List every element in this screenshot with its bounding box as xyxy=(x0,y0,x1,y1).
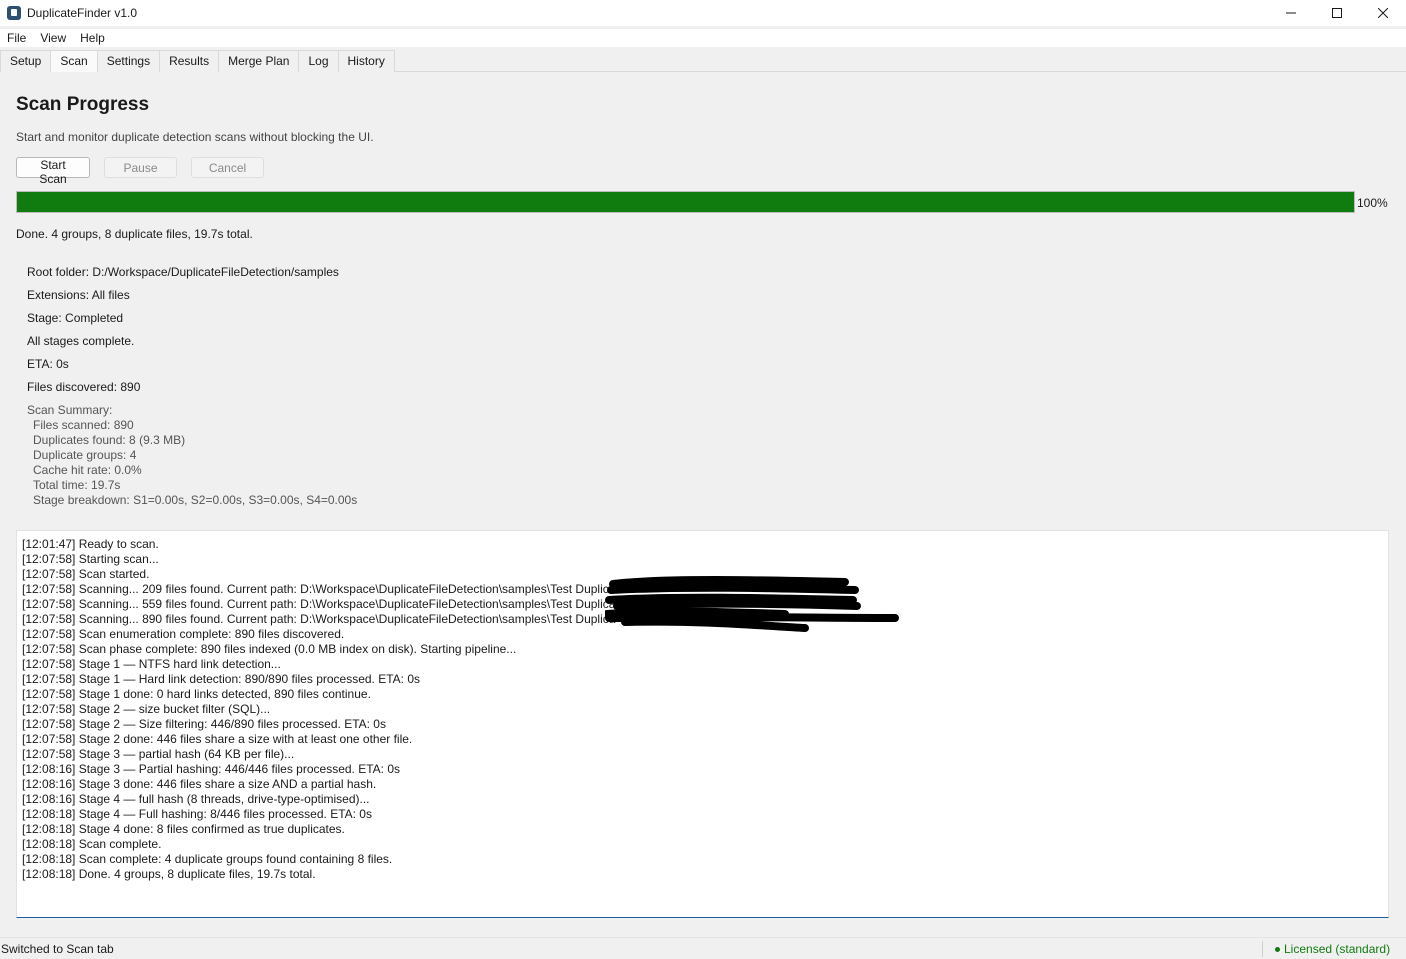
status-bar: Switched to Scan tab Licensed (standard) xyxy=(0,937,1406,959)
scan-progress-fill xyxy=(17,192,1354,212)
menu-bar: File View Help xyxy=(0,29,1406,47)
tab-results[interactable]: Results xyxy=(159,50,220,72)
log-line: [12:07:58] Scan phase complete: 890 file… xyxy=(22,642,517,656)
minimize-icon xyxy=(1286,12,1296,14)
status-divider xyxy=(1262,941,1263,957)
summary-item: Duplicates found: 8 (9.3 MB) xyxy=(33,433,186,447)
menu-file[interactable]: File xyxy=(0,29,33,47)
start-scan-button[interactable]: Start Scan xyxy=(16,157,90,186)
log-line: [12:07:58] Stage 2 — Size filtering: 446… xyxy=(22,717,386,731)
progress-percent: 100% xyxy=(1357,196,1388,210)
status-message: Switched to Scan tab xyxy=(1,942,114,956)
scan-summary-title: Scan Summary: xyxy=(27,403,113,417)
root-folder-label: Root folder: D:/Workspace/DuplicateFileD… xyxy=(27,265,339,279)
license-status: Licensed (standard) xyxy=(1275,942,1390,956)
scan-summary: Scan Summary: Files scanned: 890 Duplica… xyxy=(27,403,357,508)
log-line: [12:08:16] Stage 3 — Partial hashing: 44… xyxy=(22,762,401,776)
maximize-icon xyxy=(1332,8,1342,18)
menu-view[interactable]: View xyxy=(33,29,73,47)
eta-label: ETA: 0s xyxy=(27,357,69,371)
summary-item: Cache hit rate: 0.0% xyxy=(33,463,142,477)
scan-status-line: Done. 4 groups, 8 duplicate files, 19.7s… xyxy=(16,227,253,241)
log-line: [12:08:18] Stage 4 done: 8 files confirm… xyxy=(22,822,345,836)
page-subtitle: Start and monitor duplicate detection sc… xyxy=(16,130,374,144)
log-line: [12:08:16] Stage 4 — full hash (8 thread… xyxy=(22,792,370,806)
log-line: [12:08:16] Stage 3 done: 446 files share… xyxy=(22,777,377,791)
window-controls xyxy=(1268,0,1406,26)
app-icon xyxy=(7,6,21,20)
pause-button[interactable]: Pause xyxy=(104,157,177,178)
tab-merge-plan[interactable]: Merge Plan xyxy=(218,50,300,72)
log-line: [12:07:58] Stage 1 done: 0 hard links de… xyxy=(22,687,371,701)
scan-tab-content: Scan Progress Start and monitor duplicat… xyxy=(0,72,1406,936)
log-line: [12:08:18] Scan complete: 4 duplicate gr… xyxy=(22,852,393,866)
status-dot-icon xyxy=(1275,947,1280,953)
files-discovered-label: Files discovered: 890 xyxy=(27,380,141,394)
minimize-button[interactable] xyxy=(1268,0,1314,26)
log-line: [12:08:18] Scan complete. xyxy=(22,837,162,851)
maximize-button[interactable] xyxy=(1314,0,1360,26)
title-bar: DuplicateFinder v1.0 xyxy=(0,0,1406,26)
log-line: [12:07:58] Stage 2 — size bucket filter … xyxy=(22,702,271,716)
log-line: [12:07:58] Stage 3 — partial hash (64 KB… xyxy=(22,747,295,761)
summary-item: Duplicate groups: 4 xyxy=(33,448,137,462)
close-icon xyxy=(1378,8,1388,18)
stage-detail-label: All stages complete. xyxy=(27,334,135,348)
log-line: [12:07:58] Stage 1 — Hard link detection… xyxy=(22,672,421,686)
scan-progress-bar xyxy=(16,191,1355,213)
tab-scan[interactable]: Scan xyxy=(50,50,98,73)
tab-setup[interactable]: Setup xyxy=(0,50,52,72)
tab-bar: Setup Scan Settings Results Merge Plan L… xyxy=(0,50,1406,73)
log-line: [12:07:58] Starting scan... xyxy=(22,552,159,566)
log-line: [12:01:47] Ready to scan. xyxy=(22,537,159,551)
log-line: [12:08:18] Stage 4 — Full hashing: 8/446… xyxy=(22,807,372,821)
tab-log[interactable]: Log xyxy=(298,50,339,72)
tab-settings[interactable]: Settings xyxy=(96,50,161,72)
summary-item: Stage breakdown: S1=0.00s, S2=0.00s, S3=… xyxy=(33,493,358,507)
cancel-button[interactable]: Cancel xyxy=(191,157,264,178)
scan-controls: Start Scan Pause Cancel xyxy=(16,157,278,186)
summary-item: Total time: 19.7s xyxy=(33,478,121,492)
page-title: Scan Progress xyxy=(16,94,150,115)
license-status-text: Licensed (standard) xyxy=(1284,942,1391,956)
window-title: DuplicateFinder v1.0 xyxy=(27,6,138,20)
close-button[interactable] xyxy=(1360,0,1406,26)
log-line: [12:08:18] Done. 4 groups, 8 duplicate f… xyxy=(22,867,316,881)
extensions-label: Extensions: All files xyxy=(27,288,130,302)
menu-help[interactable]: Help xyxy=(73,29,112,47)
stage-label: Stage: Completed xyxy=(27,311,124,325)
redaction-scribble xyxy=(605,576,899,632)
tab-history[interactable]: History xyxy=(337,50,395,72)
summary-item: Files scanned: 890 xyxy=(33,418,134,432)
log-line: [12:07:58] Stage 2 done: 446 files share… xyxy=(22,732,413,746)
log-line: [12:07:58] Stage 1 — NTFS hard link dete… xyxy=(22,657,281,671)
